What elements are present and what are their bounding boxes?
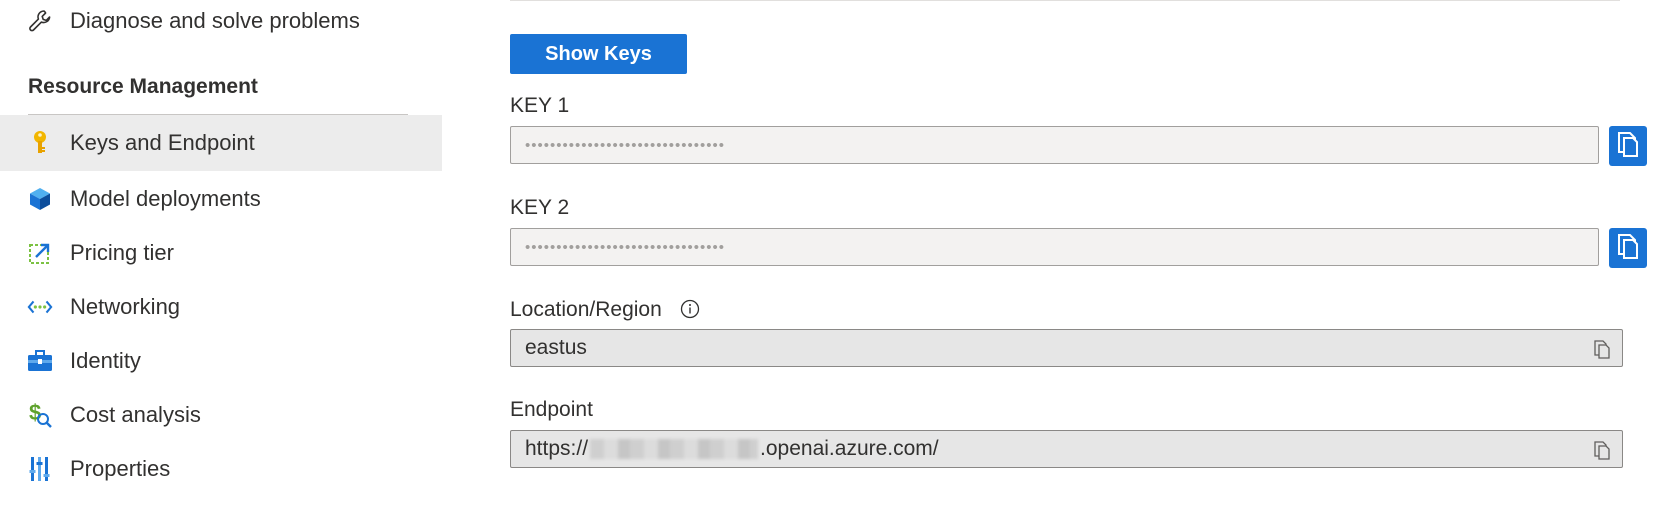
networking-icon xyxy=(27,294,53,320)
top-divider xyxy=(510,0,1620,1)
info-icon[interactable] xyxy=(680,299,700,319)
key1-copy-button[interactable] xyxy=(1609,126,1647,166)
sidebar-item-pricing-tier[interactable]: Pricing tier xyxy=(0,225,442,281)
sidebar-item-label: Properties xyxy=(70,456,171,481)
sidebar-item-networking[interactable]: Networking xyxy=(0,279,442,335)
location-label: Location/Region xyxy=(510,298,662,321)
sidebar-item-cost-analysis[interactable]: $ Cost analysis xyxy=(0,387,442,443)
cost-analysis-icon: $ xyxy=(27,401,53,428)
key2-field[interactable] xyxy=(510,228,1599,266)
show-keys-button[interactable]: Show Keys xyxy=(510,34,687,74)
sidebar-item-label: Networking xyxy=(70,294,181,319)
sidebar-item-label: Identity xyxy=(70,348,141,373)
copy-icon[interactable] xyxy=(1592,339,1612,359)
sidebar-item-diagnose[interactable]: Diagnose and solve problems xyxy=(0,0,442,49)
key-icon xyxy=(27,130,53,156)
sidebar: Diagnose and solve problems Resource Man… xyxy=(0,0,442,508)
cube-icon xyxy=(27,186,53,212)
endpoint-label: Endpoint xyxy=(510,398,593,421)
key1-label: KEY 1 xyxy=(510,94,570,117)
copy-icon xyxy=(1615,130,1641,163)
sidebar-item-label: Model deployments xyxy=(70,186,261,211)
endpoint-suffix: .openai.azure.com/ xyxy=(760,437,939,460)
sidebar-item-model-deployments[interactable]: Model deployments xyxy=(0,171,442,227)
sidebar-item-label: Keys and Endpoint xyxy=(70,130,255,155)
sidebar-item-keys-and-endpoint[interactable]: Keys and Endpoint xyxy=(0,115,442,171)
sidebar-item-label: Pricing tier xyxy=(70,240,174,265)
pricing-tier-icon xyxy=(27,240,53,266)
identity-briefcase-icon xyxy=(27,348,53,374)
endpoint-prefix: https:// xyxy=(525,437,589,460)
endpoint-field[interactable]: https:// .openai.azure.com/ xyxy=(510,430,1623,468)
location-field[interactable]: eastus xyxy=(510,329,1623,367)
key1-field[interactable] xyxy=(510,126,1599,164)
copy-icon xyxy=(1615,232,1641,265)
sidebar-item-properties[interactable]: Properties xyxy=(0,441,442,497)
properties-icon xyxy=(27,456,53,482)
key2-label: KEY 2 xyxy=(510,196,570,219)
sidebar-item-identity[interactable]: Identity xyxy=(0,333,442,389)
key2-copy-button[interactable] xyxy=(1609,228,1647,268)
sidebar-item-label: Cost analysis xyxy=(70,402,201,427)
redacted-region xyxy=(590,439,759,459)
section-title: Resource Management xyxy=(28,75,258,98)
sidebar-item-label: Diagnose and solve problems xyxy=(70,8,360,33)
location-value: eastus xyxy=(525,336,587,359)
wrench-icon xyxy=(27,8,53,34)
copy-icon[interactable] xyxy=(1592,440,1612,460)
